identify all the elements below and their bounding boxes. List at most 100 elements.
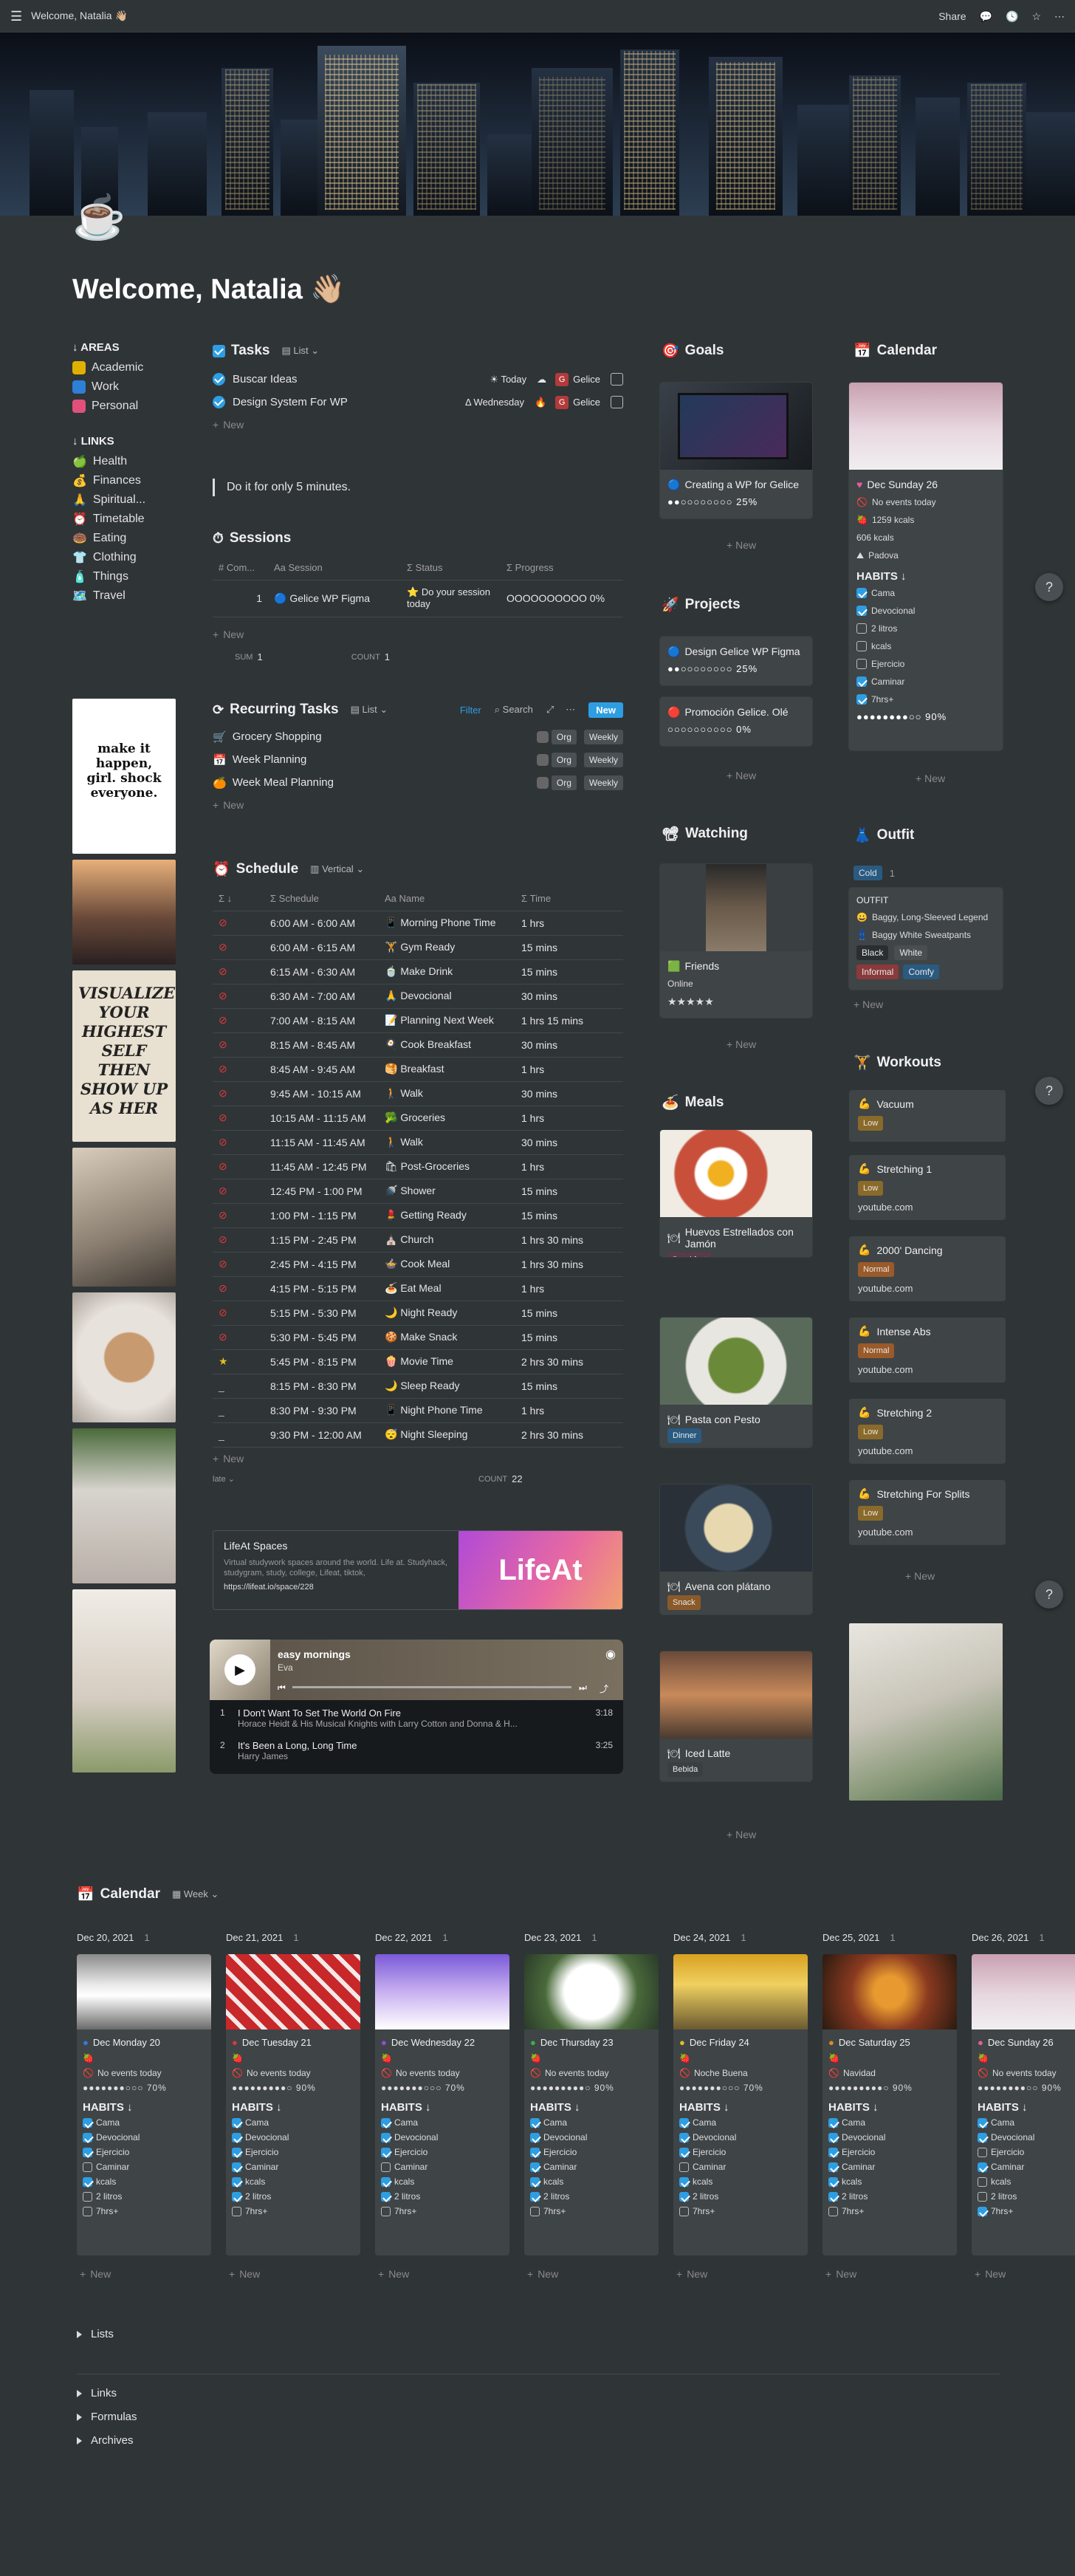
sessions-new-button[interactable]: + New xyxy=(213,623,623,645)
habit-checkbox[interactable] xyxy=(679,2117,689,2128)
recurring-new-button[interactable]: + New xyxy=(213,794,623,816)
habit-item[interactable]: kcals xyxy=(978,2174,1075,2189)
habit-checkbox[interactable] xyxy=(232,2206,241,2216)
meal-card[interactable]: 🍽Iced Latte Bebida70 kcals xyxy=(660,1651,812,1781)
recurring-view-selector[interactable]: ▤ List ⌄ xyxy=(351,704,388,716)
workout-card[interactable]: 💪 Stretching 1 Low youtube.com xyxy=(849,1155,1006,1220)
outfit-group-tag[interactable]: Cold xyxy=(854,866,882,880)
table-row[interactable]: ⊘ 1:15 PM - 2:45 PM ⛪ Church 1 hrs 30 mins xyxy=(213,1227,623,1253)
habit-item[interactable]: Cama xyxy=(83,2115,205,2130)
habit-item[interactable]: 7hrs+ xyxy=(381,2204,504,2219)
calendar-side-card[interactable]: ♥ Dec Sunday 26 🚫 No events today 🍓 1259 … xyxy=(849,383,1003,750)
workouts-new-button[interactable]: + New xyxy=(905,1570,935,1582)
habit-item[interactable]: Cama xyxy=(978,2115,1075,2130)
schedule-name[interactable]: 💄 Getting Ready xyxy=(379,1203,515,1228)
projects-new-button[interactable]: + New xyxy=(727,770,756,781)
habit-checkbox[interactable] xyxy=(828,2147,838,2157)
table-row[interactable]: ⊘ 11:45 AM - 12:45 PM 🛍 Post-Groceries 1 hr… xyxy=(213,1154,623,1179)
workout-card[interactable]: 💪 Stretching 2 Low youtube.com xyxy=(849,1399,1006,1464)
habit-checkbox[interactable] xyxy=(828,2176,838,2187)
habit-item[interactable]: 7hrs+ xyxy=(530,2204,653,2219)
habit-checkbox[interactable] xyxy=(83,2176,92,2187)
schedule-name[interactable]: 🚿 Shower xyxy=(379,1179,515,1204)
tasks-new-button[interactable]: + New xyxy=(213,414,623,436)
progress-bar[interactable] xyxy=(292,1686,571,1688)
habit-item[interactable]: Caminar xyxy=(381,2159,504,2174)
habit-checkbox[interactable] xyxy=(856,588,867,598)
track-item[interactable]: 2 It's Been a Long, Long Time Harry James 3… xyxy=(210,1737,623,1770)
schedule-name[interactable]: 🙏 Devocional xyxy=(379,984,515,1009)
help-button-1[interactable]: ? xyxy=(1035,573,1063,601)
watching-new-button[interactable]: + New xyxy=(727,1038,756,1050)
table-row[interactable]: ⊘ 6:00 AM - 6:15 AM 🏋 Gym Ready 15 mins xyxy=(213,935,623,960)
table-row[interactable]: ⊘ 11:15 AM - 11:45 AM 🚶 Walk 30 mins xyxy=(213,1130,623,1155)
schedule-name[interactable]: 🍵 Make Drink xyxy=(379,959,515,984)
prev-icon[interactable]: ⏮ xyxy=(278,1682,286,1693)
task-item[interactable]: Buscar Ideas ☀ Today ☁ G Gelice xyxy=(213,368,623,391)
area-item-1[interactable]: Work xyxy=(72,377,190,397)
task-item[interactable]: Design System For WP Δ Wednesday 🔥 G Gelice xyxy=(213,391,623,414)
schedule-name[interactable]: 📱 Morning Phone Time xyxy=(379,911,515,936)
habit-item[interactable]: Cama xyxy=(856,584,995,602)
habit-item[interactable]: Caminar xyxy=(530,2159,653,2174)
habit-item[interactable]: kcals xyxy=(828,2174,951,2189)
habit-item[interactable]: Cama xyxy=(679,2115,802,2130)
next-icon[interactable]: ⏭ xyxy=(579,1682,587,1693)
share-button[interactable]: Share xyxy=(938,10,966,22)
schedule-name[interactable]: 🍳 Cook Breakfast xyxy=(379,1032,515,1058)
habit-item[interactable]: kcals xyxy=(381,2174,504,2189)
col-count[interactable]: # Com... xyxy=(213,555,268,580)
table-row[interactable]: ⊘ 8:15 AM - 8:45 AM 🍳 Cook Breakfast 30 min… xyxy=(213,1032,623,1058)
habit-item[interactable]: Caminar xyxy=(679,2159,802,2174)
more-options-icon[interactable]: ⋯ xyxy=(566,704,575,716)
table-row[interactable]: ⊘ 9:45 AM - 10:15 AM 🚶 Walk 30 mins xyxy=(213,1081,623,1106)
habit-checkbox[interactable] xyxy=(828,2132,838,2142)
schedule-name[interactable]: 🍝 Eat Meal xyxy=(379,1276,515,1301)
workout-card[interactable]: 💪 Intense Abs Normal youtube.com xyxy=(849,1318,1006,1383)
outfit-card[interactable]: OUTFIT 😀 Baggy, Long-Sleeved Legend 👖 Ba… xyxy=(849,888,1003,990)
table-row[interactable]: _ 8:30 PM - 9:30 PM 📱 Night Phone Time 1 hr… xyxy=(213,1398,623,1423)
col-session[interactable]: Aa Session xyxy=(268,555,401,580)
link-item-2[interactable]: 🙏 Spiritual... xyxy=(72,490,190,510)
spotify-icon[interactable]: ◉ xyxy=(605,1647,616,1662)
meal-card[interactable]: 🍽Huevos Estrellados con JamónBreakfast23… xyxy=(660,1130,812,1257)
habit-item[interactable]: Ejercicio xyxy=(679,2145,802,2159)
toggle-links[interactable]: Links xyxy=(77,2387,117,2399)
project-card-1[interactable]: 🔵 Design Gelice WP Figma ●●○○○○○○○○ 25% xyxy=(660,637,812,685)
habit-item[interactable]: 7hrs+ xyxy=(978,2204,1075,2219)
habit-checkbox[interactable] xyxy=(381,2147,391,2157)
habit-checkbox[interactable] xyxy=(856,694,867,705)
recurring-item[interactable]: 🍊 Week Meal Planning Org Weekly xyxy=(213,771,623,794)
habit-checkbox[interactable] xyxy=(856,641,867,651)
habit-checkbox[interactable] xyxy=(856,623,867,634)
comment-icon[interactable]: 💬 xyxy=(980,11,992,21)
late-label[interactable]: late ⌄ xyxy=(213,1474,235,1484)
habit-checkbox[interactable] xyxy=(828,2191,838,2202)
habit-checkbox[interactable] xyxy=(530,2132,540,2142)
toggle-lists[interactable]: Lists xyxy=(77,2328,114,2340)
schedule-view-selector[interactable]: ▥ Vertical ⌄ xyxy=(310,863,364,875)
col-time[interactable]: Σ Time xyxy=(515,886,623,911)
habit-item[interactable]: 2 litros xyxy=(828,2189,951,2204)
watching-card[interactable]: 🟩 Friends Online ★★★★★ xyxy=(660,864,812,1018)
link-item-6[interactable]: 🧴 Things xyxy=(72,567,190,586)
habit-checkbox[interactable] xyxy=(978,2147,987,2157)
habit-item[interactable]: 2 litros xyxy=(381,2189,504,2204)
habit-checkbox[interactable] xyxy=(232,2147,241,2157)
habit-checkbox[interactable] xyxy=(978,2176,987,2187)
habit-checkbox[interactable] xyxy=(828,2162,838,2172)
goal-card[interactable]: 🔵 Creating a WP for Gelice ●●○○○○○○○○ 25% xyxy=(660,383,812,518)
col-name[interactable]: Aa Name xyxy=(379,886,515,911)
habit-item[interactable]: 2 litros xyxy=(856,620,995,637)
habit-item[interactable]: Ejercicio xyxy=(978,2145,1075,2159)
habit-checkbox[interactable] xyxy=(978,2117,987,2128)
habit-item[interactable]: Devocional xyxy=(828,2130,951,2145)
table-row[interactable]: ⊘ 6:15 AM - 6:30 AM 🍵 Make Drink 15 mins xyxy=(213,959,623,984)
meals-new-button[interactable]: + New xyxy=(727,1829,756,1840)
new-recurring-button[interactable]: New xyxy=(588,702,623,718)
week-view-selector[interactable]: ▦ Week ⌄ xyxy=(172,1888,219,1900)
habit-item[interactable]: Caminar xyxy=(232,2159,354,2174)
habit-item[interactable]: 2 litros xyxy=(978,2189,1075,2204)
lifeat-bookmark[interactable]: LifeAt Spaces Virtual studywork spaces a… xyxy=(213,1530,623,1610)
habit-checkbox[interactable] xyxy=(83,2132,92,2142)
